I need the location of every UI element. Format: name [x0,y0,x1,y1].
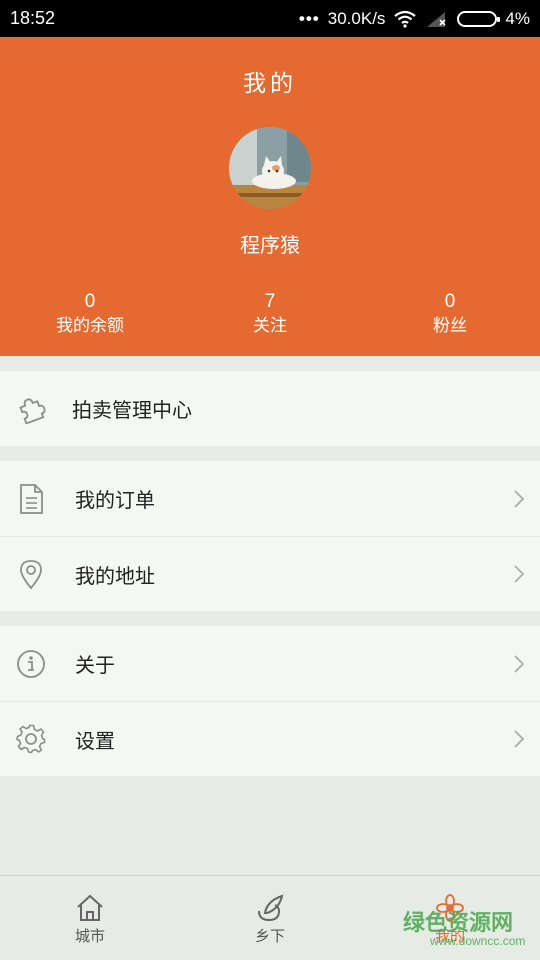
stat-following-label: 关注 [253,316,287,336]
menu-item-auction-label: 拍卖管理中心 [72,398,192,422]
menu-group-orders: 我的订单 我的地址 [0,461,540,611]
stat-following[interactable]: 7 关注 [180,291,360,339]
tab-countryside[interactable]: 乡下 [180,876,360,960]
tab-city-label: 城市 [74,927,105,945]
menu-item-orders[interactable]: 我的订单 [0,461,540,536]
stat-balance-label: 我的余额 [56,316,124,336]
network-speed: 30.0K/s [327,8,386,28]
info-icon [14,647,48,681]
stat-balance[interactable]: 0 我的余额 [0,291,180,339]
document-icon [14,482,48,516]
cat-photo [229,127,311,209]
watermark-url: www.downcc.com [430,934,526,948]
status-time: 18:52 [10,8,56,28]
chevron-right-icon [514,489,525,508]
notification-dots: ••• [298,8,320,28]
menu-item-auction[interactable]: 拍卖管理中心 [0,371,540,446]
menu-group-app: 关于 设置 [0,626,540,776]
location-pin-icon [14,557,48,591]
stat-fans-label: 粉丝 [433,316,467,336]
watermark-text: 绿色资源网 [403,911,514,936]
username: 程序猿 [240,233,300,257]
tab-countryside-label: 乡下 [254,927,285,945]
menu-item-address[interactable]: 我的地址 [0,536,540,611]
battery-icon [457,10,501,27]
leaf-icon [258,894,284,922]
signal-icon [427,11,446,27]
status-right: ••• 30.0K/s 4% [299,9,530,29]
menu-item-address-label: 我的地址 [75,563,155,588]
chevron-right-icon [514,730,525,748]
stat-fans[interactable]: 0 粉丝 [360,291,540,339]
chevron-right-icon [514,565,525,583]
tab-city[interactable]: 城市 [0,876,180,960]
menu-item-about-label: 关于 [75,653,115,677]
status-bar: 18:52 ••• 30.0K/s 4% [0,0,540,37]
home-icon [77,894,103,921]
stats-row: 0 我的余额 7 关注 0 粉丝 [0,291,540,339]
chevron-right-icon [514,654,525,673]
puzzle-icon [14,392,48,426]
wifi-icon [394,10,417,28]
profile-header: 我的 程序猿 0 我的余额 7 关注 0 粉丝 [0,37,540,356]
avatar[interactable] [229,127,311,209]
stat-following-value: 7 [264,291,276,312]
menu-item-settings-label: 设置 [75,728,115,753]
stat-balance-value: 0 [84,291,96,312]
menu-group-auction: 拍卖管理中心 [0,371,540,446]
menu-item-about[interactable]: 关于 [0,626,540,701]
stat-fans-value: 0 [444,291,456,312]
menu-item-settings[interactable]: 设置 [0,701,540,776]
battery-percent: 4% [505,8,530,28]
gear-icon [14,722,48,756]
page-title: 我的 [243,71,297,97]
menu-item-orders-label: 我的订单 [75,488,155,512]
